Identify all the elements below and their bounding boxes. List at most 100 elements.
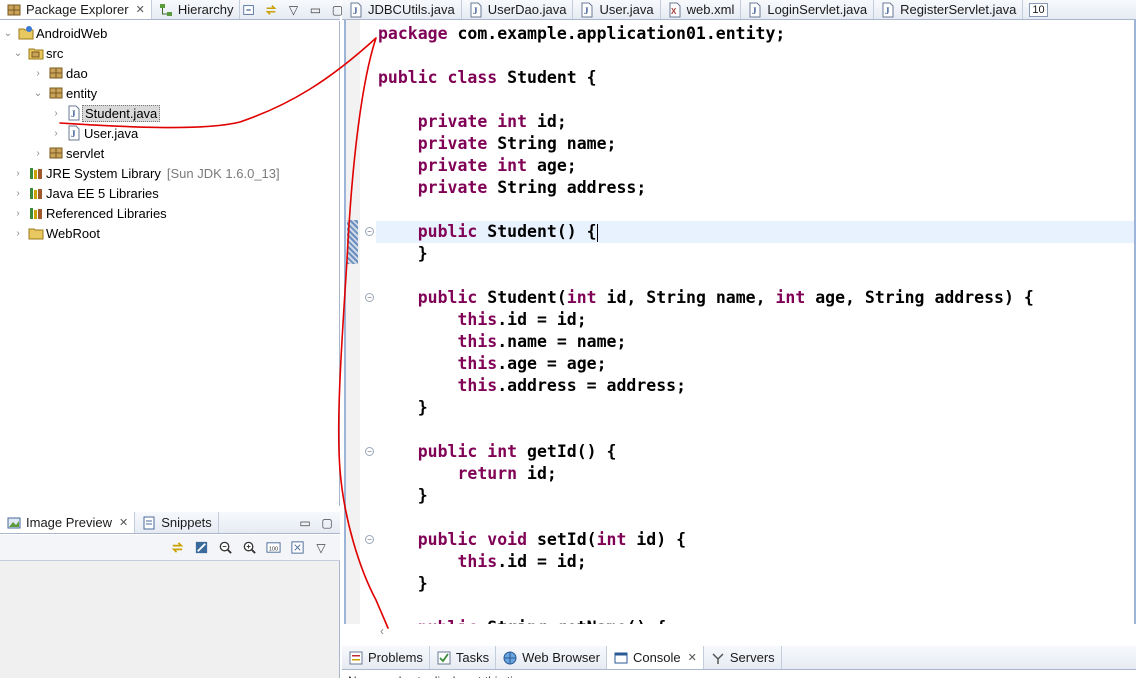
chevron-right-icon[interactable]: ›: [12, 208, 24, 219]
code-line[interactable]: this.id = id;: [376, 551, 1134, 573]
code-line[interactable]: package com.example.application01.entity…: [376, 23, 1134, 45]
tab-servers[interactable]: Servers: [704, 646, 782, 669]
actual-size-icon[interactable]: 100: [264, 539, 282, 557]
code-line[interactable]: public class Student {: [376, 67, 1134, 89]
horizontal-scrollbar[interactable]: ‹: [344, 624, 1136, 642]
fold-toggle-icon[interactable]: −: [365, 293, 374, 302]
tab-userdao-java[interactable]: J UserDao.java: [462, 0, 574, 19]
fit-image-icon[interactable]: [192, 539, 210, 557]
tab-label: Snippets: [161, 515, 212, 530]
tab-hierarchy[interactable]: Hierarchy: [152, 0, 241, 19]
tab-snippets[interactable]: Snippets: [135, 512, 219, 533]
chevron-right-icon[interactable]: ›: [32, 68, 44, 79]
tab-jdbcutils-java[interactable]: J JDBCUtils.java: [342, 0, 462, 19]
code-line[interactable]: this.id = id;: [376, 309, 1134, 331]
chevron-right-icon[interactable]: ›: [12, 188, 24, 199]
tree-item-referenced-libraries[interactable]: › Referenced Libraries: [12, 203, 169, 223]
code-line[interactable]: }: [376, 397, 1134, 419]
fold-toggle-icon[interactable]: −: [365, 535, 374, 544]
code-line[interactable]: [376, 595, 1134, 617]
code-line[interactable]: this.name = name;: [376, 331, 1134, 353]
image-preview-toolbar: 100 ▽: [0, 535, 340, 561]
code-line[interactable]: private int age;: [376, 155, 1134, 177]
scroll-left-icon[interactable]: ‹: [380, 624, 384, 638]
view-menu-icon[interactable]: ▽: [312, 539, 330, 557]
code-line[interactable]: }: [376, 243, 1134, 265]
code-line[interactable]: private String address;: [376, 177, 1134, 199]
tab-console[interactable]: Console ✕: [606, 646, 704, 669]
minimize-icon[interactable]: ▭: [296, 514, 314, 532]
code-line[interactable]: [376, 45, 1134, 67]
tree-item-student-java[interactable]: › J Student.java: [50, 103, 161, 123]
code-line[interactable]: return id;: [376, 463, 1134, 485]
tree-item-user-java[interactable]: › J User.java: [50, 123, 140, 143]
code-line[interactable]: [376, 89, 1134, 111]
tab-problems[interactable]: Problems: [342, 646, 430, 669]
link-with-editor-icon[interactable]: [262, 1, 280, 19]
tab-package-explorer[interactable]: Package Explorer ✕: [0, 0, 152, 19]
maximize-icon[interactable]: ▢: [318, 514, 336, 532]
tree-item-label: entity: [66, 85, 98, 101]
tree-item-webroot[interactable]: › WebRoot: [12, 223, 102, 243]
code-line[interactable]: public Student(int id, String name, int …: [376, 287, 1134, 309]
tab-web-xml[interactable]: X web.xml: [661, 0, 742, 19]
tab-label: RegisterServlet.java: [900, 2, 1017, 17]
fit-window-icon[interactable]: [288, 539, 306, 557]
chevron-down-icon[interactable]: ⌄: [32, 88, 44, 99]
chevron-right-icon[interactable]: ›: [32, 148, 44, 159]
code-line[interactable]: [376, 265, 1134, 287]
chevron-right-icon[interactable]: ›: [50, 108, 62, 119]
code-area[interactable]: package com.example.application01.entity…: [376, 23, 1134, 639]
fold-toggle-icon[interactable]: −: [365, 227, 374, 236]
tab-user-java[interactable]: J User.java: [573, 0, 661, 19]
tree-item-jre-system-library[interactable]: › JRE System Library [Sun JDK 1.6.0_13]: [12, 163, 280, 183]
code-line[interactable]: }: [376, 485, 1134, 507]
chevron-down-icon[interactable]: ⌄: [2, 28, 14, 39]
code-line[interactable]: public Student() {: [376, 221, 1134, 243]
chevron-right-icon[interactable]: ›: [50, 128, 62, 139]
tree-item-src[interactable]: ⌄ src: [12, 43, 65, 63]
tree-item-servlet[interactable]: › servlet: [32, 143, 106, 163]
tab-loginservlet-java[interactable]: J LoginServlet.java: [741, 0, 875, 19]
code-line[interactable]: }: [376, 573, 1134, 595]
package-icon: [6, 2, 22, 18]
code-line[interactable]: private String name;: [376, 133, 1134, 155]
tab-image-preview[interactable]: Image Preview ✕: [0, 512, 136, 533]
code-line[interactable]: private int id;: [376, 111, 1134, 133]
chevron-right-icon[interactable]: ›: [12, 228, 24, 239]
code-line[interactable]: public int getId() {: [376, 441, 1134, 463]
tab-overflow[interactable]: 10: [1023, 0, 1053, 19]
close-icon[interactable]: ✕: [688, 651, 697, 664]
code-keyword: this: [457, 354, 498, 373]
tree-item-dao[interactable]: › dao: [32, 63, 90, 83]
tree-item-entity[interactable]: ⌄ entity: [32, 83, 99, 103]
close-icon[interactable]: ✕: [136, 3, 145, 16]
sync-icon[interactable]: [168, 539, 186, 557]
image-icon: [6, 515, 22, 531]
minimize-icon[interactable]: ▭: [306, 1, 324, 19]
close-icon[interactable]: ✕: [119, 516, 128, 529]
chevron-right-icon[interactable]: ›: [12, 168, 24, 179]
tab-tasks[interactable]: Tasks: [430, 646, 497, 669]
code-line[interactable]: [376, 507, 1134, 529]
chevron-down-icon[interactable]: ⌄: [12, 48, 24, 59]
zoom-in-icon[interactable]: [240, 539, 258, 557]
library-icon: [28, 165, 44, 181]
jdk-decoration: [Sun JDK 1.6.0_13]: [166, 165, 280, 181]
code-keyword: return: [457, 464, 518, 483]
collapse-all-icon[interactable]: [240, 1, 258, 19]
tab-registerservlet-java[interactable]: J RegisterServlet.java: [874, 0, 1024, 19]
tree-item-androidweb[interactable]: ⌄ AndroidWeb: [2, 23, 109, 43]
tab-web-browser[interactable]: Web Browser: [496, 646, 607, 669]
console-message: No consoles to display at this time.: [342, 670, 1136, 678]
code-line[interactable]: this.address = address;: [376, 375, 1134, 397]
fold-toggle-icon[interactable]: −: [365, 447, 374, 456]
code-line[interactable]: [376, 419, 1134, 441]
code-editor[interactable]: − − − − package com.example.application01.e…: [344, 20, 1136, 642]
code-line[interactable]: this.age = age;: [376, 353, 1134, 375]
tree-item-java-ee-5-libraries[interactable]: › Java EE 5 Libraries: [12, 183, 161, 203]
code-line[interactable]: public void setId(int id) {: [376, 529, 1134, 551]
zoom-out-icon[interactable]: [216, 539, 234, 557]
code-line[interactable]: [376, 199, 1134, 221]
view-menu-icon[interactable]: ▽: [284, 1, 302, 19]
